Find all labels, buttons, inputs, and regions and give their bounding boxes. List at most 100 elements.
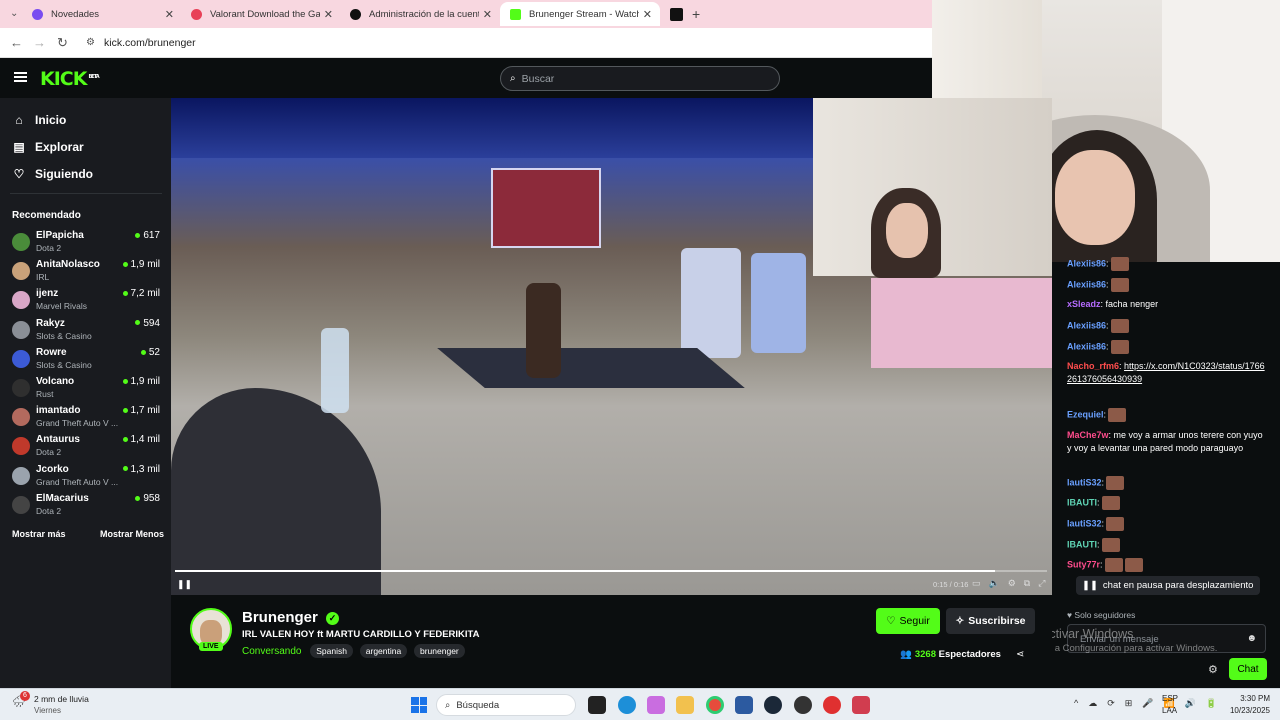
show-more-button[interactable]: Mostrar más — [12, 529, 66, 539]
valorant-icon[interactable] — [852, 696, 870, 714]
chat-username[interactable]: IBAUTI — [1067, 539, 1097, 549]
chat-message[interactable]: IBAUTI: — [1067, 538, 1267, 552]
back-icon[interactable]: ← — [10, 35, 23, 50]
chat-message[interactable]: Alexiis86: — [1067, 340, 1267, 354]
file-explorer-icon[interactable] — [676, 696, 694, 714]
chat-username[interactable]: Nacho_rfm6 — [1067, 361, 1119, 371]
nav-inicio[interactable]: ⌂ Inicio — [12, 113, 66, 127]
avatar — [12, 408, 30, 427]
close-tab-icon[interactable]: ✕ — [324, 8, 333, 21]
recommended-channel[interactable]: imantado Grand Theft Auto V ... 1,7 mil — [10, 405, 160, 433]
kick-logo[interactable]: KICK BETA — [40, 68, 100, 90]
clock-time[interactable]: 3:30 PM — [1226, 694, 1270, 703]
store-icon[interactable] — [735, 696, 753, 714]
video-progress-bar[interactable] — [175, 570, 1047, 572]
app-icon[interactable] — [794, 696, 812, 714]
chrome-icon[interactable] — [706, 696, 724, 714]
new-tab-icon[interactable]: + — [692, 6, 700, 22]
player-controls-icons[interactable]: ▭🔈⚙⧉⤢ — [972, 578, 1053, 589]
url-field[interactable]: ⚙ kick.com/brunenger — [80, 32, 920, 54]
chat-username[interactable]: Alexiis86 — [1067, 341, 1106, 351]
chat-message[interactable]: Alexiis86: — [1067, 257, 1267, 271]
site-info-icon[interactable]: ⚙ — [86, 37, 95, 48]
chat-message[interactable]: Alexiis86: — [1067, 278, 1267, 292]
chat-username[interactable]: MaChe7w — [1067, 430, 1109, 440]
riot-client-icon[interactable] — [823, 696, 841, 714]
tab-valorant[interactable]: Valorant Download the Game ✕ — [181, 2, 341, 26]
recommended-channel[interactable]: ElPapicha Dota 2 617 — [10, 230, 160, 258]
channel-name: AnitaNolasco — [36, 259, 100, 271]
recommended-channel[interactable]: ijenz Marvel Rivals 7,2 mil — [10, 288, 160, 316]
tag[interactable]: brunenger — [414, 644, 465, 658]
chat-username[interactable]: IBAUTI — [1067, 497, 1097, 507]
category-link[interactable]: Conversando — [242, 646, 301, 657]
chat-message[interactable]: Nacho_rfm6: https://x.com/N1C0323/status… — [1067, 360, 1267, 386]
chat-paused-banner[interactable]: ❚❚ chat en pausa para desplazamiento — [1076, 576, 1260, 595]
tag[interactable]: Spanish — [310, 644, 353, 658]
share-icon[interactable]: ⋖ — [1016, 649, 1024, 660]
taskbar-search[interactable]: ⌕ Búsqueda — [436, 694, 576, 716]
clock-date[interactable]: 10/23/2025 — [1216, 706, 1270, 715]
forward-icon[interactable]: → — [33, 35, 46, 50]
windows-start-icon[interactable] — [411, 697, 427, 713]
emote-icon — [1110, 340, 1129, 354]
chat-message[interactable]: lautiS32: — [1067, 517, 1267, 531]
menu-icon[interactable] — [14, 72, 27, 82]
chat-send-button[interactable]: Chat — [1229, 658, 1267, 680]
tab-menu-icon[interactable]: ⌄ — [10, 8, 22, 20]
chat-settings-icon[interactable]: ⚙ — [1208, 663, 1218, 676]
chat-username[interactable]: lautiS32 — [1067, 477, 1102, 487]
chat-username[interactable]: Alexiis86 — [1067, 320, 1106, 330]
weather-text[interactable]: 2 mm de lluvia — [34, 694, 89, 704]
pause-icon[interactable]: ❚❚ — [177, 579, 192, 590]
recommended-channel[interactable]: AnitaNolasco IRL 1,9 mil — [10, 259, 160, 287]
follow-button[interactable]: ♡ Seguir — [876, 608, 940, 634]
copilot-icon[interactable] — [647, 696, 665, 714]
chat-message[interactable]: IBAUTI: — [1067, 496, 1267, 510]
show-less-button[interactable]: Mostrar Menos — [100, 529, 164, 539]
chat-username[interactable]: Ezequiel — [1067, 409, 1104, 419]
system-tray-icons[interactable]: ^☁⟳⊞🎤📶🔊🔋 — [1074, 698, 1227, 709]
close-tab-icon[interactable]: ✕ — [165, 8, 174, 21]
chat-message[interactable]: MaChe7w: me voy a armar unos terere con … — [1067, 429, 1267, 455]
nav-explorar[interactable]: ▤ Explorar — [12, 140, 83, 154]
recommended-channel[interactable]: Rowre Slots & Casino 52 — [10, 347, 160, 375]
reload-icon[interactable]: ↻ — [57, 35, 68, 51]
chat-username[interactable]: Alexiis86 — [1067, 279, 1106, 289]
chat-message[interactable]: Ezequiel: — [1067, 408, 1267, 422]
steam-icon[interactable] — [764, 696, 782, 714]
arcade-sign — [491, 168, 601, 248]
language-code[interactable]: ESP — [1162, 694, 1178, 703]
recommended-channel[interactable]: Antaurus Dota 2 1,4 mil — [10, 434, 160, 462]
chat-message[interactable]: Alexiis86: — [1067, 319, 1267, 333]
channel-viewers: 617 — [135, 230, 160, 241]
recommended-channel[interactable]: Rakyz Slots & Casino 594 — [10, 318, 160, 346]
chat-message[interactable]: Suty77r: — [1067, 558, 1267, 572]
chat-message[interactable]: xSleadz: facha nenger — [1067, 298, 1267, 311]
tab-brunenger[interactable]: Brunenger Stream - Watch Live ✕ — [500, 2, 660, 26]
close-tab-icon[interactable]: ✕ — [483, 8, 492, 21]
language-layout[interactable]: LAA — [1162, 706, 1177, 715]
tab-novedades[interactable]: Novedades ✕ — [22, 2, 182, 26]
tab-x[interactable] — [660, 2, 688, 26]
search-input[interactable]: ⌕ Buscar — [500, 66, 780, 91]
video-player[interactable] — [171, 98, 1052, 595]
tab-cuenta[interactable]: Administración de la cuenta de ✕ — [340, 2, 500, 26]
channel-name[interactable]: Brunenger — [242, 609, 318, 626]
chat-username[interactable]: Alexiis86 — [1067, 258, 1106, 268]
subscribe-button[interactable]: ✧ Suscribirse — [946, 608, 1035, 634]
chat-message[interactable]: lautiS32: — [1067, 476, 1267, 490]
recommended-channel[interactable]: Jcorko Grand Theft Auto V ... 1,3 mil — [10, 464, 160, 492]
close-tab-icon[interactable]: ✕ — [643, 8, 652, 21]
tag[interactable]: argentina — [359, 644, 408, 658]
chat-username[interactable]: xSleadz — [1067, 299, 1101, 309]
chat-username[interactable]: Suty77r — [1067, 559, 1100, 569]
emoji-icon[interactable]: ☻ — [1246, 633, 1257, 644]
recommended-channel[interactable]: Volcano Rust 1,9 mil — [10, 376, 160, 404]
nav-siguiendo[interactable]: ♡ Siguiendo — [12, 167, 93, 181]
chat-username[interactable]: lautiS32 — [1067, 518, 1102, 528]
task-view-icon[interactable] — [588, 696, 606, 714]
edge-icon[interactable] — [618, 696, 636, 714]
browser-tab-bar: ⌄ Novedades ✕ Valorant Download the Game… — [0, 0, 932, 28]
recommended-channel[interactable]: ElMacarius Dota 2 958 — [10, 493, 160, 521]
